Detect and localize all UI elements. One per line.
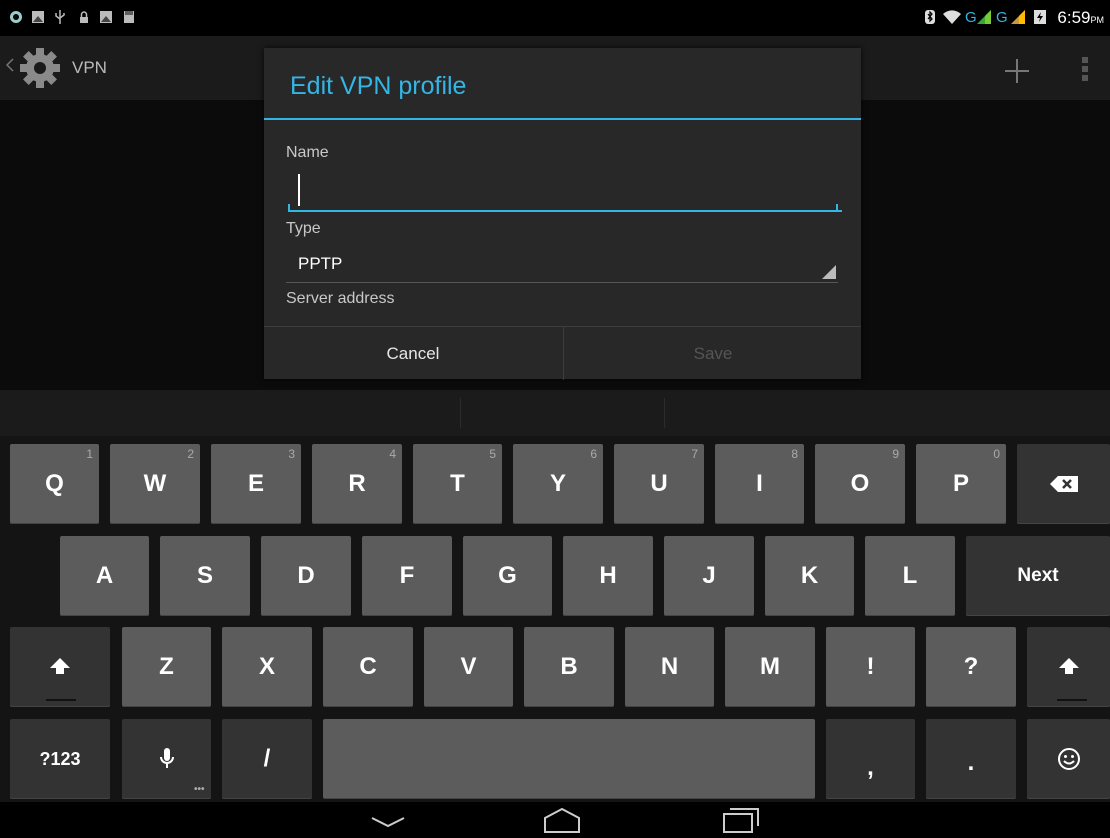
settings-gear-icon[interactable] <box>18 46 62 90</box>
home-icon[interactable] <box>542 806 582 834</box>
soft-keyboard: 1Q 2W 3E 4R 5T 6Y 7U 8I 9O 0P A S D F G … <box>0 436 1110 802</box>
key-x[interactable]: X <box>222 627 312 707</box>
sd-card-icon <box>124 11 134 23</box>
name-field[interactable] <box>288 166 842 212</box>
usb-icon <box>55 10 65 24</box>
space-key[interactable] <box>323 719 815 799</box>
lock-icon <box>80 11 88 23</box>
key-exclamation[interactable]: ! <box>826 627 915 707</box>
key-w[interactable]: 2W <box>110 444 200 524</box>
field-underline-left-tick <box>288 204 290 210</box>
voice-input-key[interactable]: ••• <box>122 719 211 799</box>
shift-key-right[interactable] <box>1027 627 1110 707</box>
battery-icon <box>1034 10 1046 24</box>
save-button[interactable]: Save <box>563 327 862 380</box>
comma-key[interactable]: , <box>826 719 915 799</box>
smiley-icon <box>1057 748 1080 770</box>
key-a[interactable]: A <box>60 536 149 616</box>
key-s[interactable]: S <box>160 536 250 616</box>
key-t[interactable]: 5T <box>413 444 502 524</box>
network-type-2: G <box>996 9 1008 26</box>
key-r[interactable]: 4R <box>312 444 402 524</box>
key-j[interactable]: J <box>664 536 754 616</box>
key-u[interactable]: 7U <box>614 444 704 524</box>
name-label: Name <box>286 144 329 161</box>
action-bar-title: VPN <box>72 58 107 77</box>
key-o[interactable]: 9O <box>815 444 905 524</box>
key-h[interactable]: H <box>563 536 653 616</box>
spinner-arrow-icon <box>822 265 836 279</box>
key-l[interactable]: L <box>865 536 955 616</box>
bluetooth-icon <box>925 10 935 24</box>
add-icon[interactable] <box>1004 58 1030 84</box>
suggestion-strip[interactable] <box>0 390 1110 436</box>
emoji-key[interactable] <box>1027 719 1110 799</box>
image-notification-icon-2 <box>100 11 112 23</box>
cancel-button[interactable]: Cancel <box>264 327 562 380</box>
key-n[interactable]: N <box>625 627 714 707</box>
shift-key-left[interactable] <box>10 627 110 707</box>
wifi-icon <box>943 10 961 24</box>
status-clock: 6:59PM <box>1057 8 1104 27</box>
server-address-label: Server address <box>286 290 395 307</box>
suggestion-divider <box>664 398 665 428</box>
key-e[interactable]: 3E <box>211 444 301 524</box>
recent-apps-icon[interactable] <box>722 806 760 834</box>
dialog-title: Edit VPN profile <box>290 72 467 100</box>
navigation-bar <box>0 802 1110 838</box>
suggestion-divider <box>460 398 461 428</box>
shift-arrow-icon <box>1058 658 1079 674</box>
key-d[interactable]: D <box>261 536 351 616</box>
key-y[interactable]: 6Y <box>513 444 603 524</box>
text-cursor <box>298 174 300 206</box>
slash-key[interactable]: / <box>222 719 312 799</box>
back-caret-icon[interactable] <box>6 58 14 72</box>
overflow-menu-icon[interactable] <box>1082 56 1088 82</box>
shift-arrow-icon <box>50 658 70 674</box>
key-f[interactable]: F <box>362 536 452 616</box>
dialog-button-bar: Cancel Save <box>264 326 861 380</box>
next-key[interactable]: Next <box>966 536 1110 616</box>
period-key[interactable]: . <box>926 719 1016 799</box>
key-m[interactable]: M <box>725 627 815 707</box>
backspace-key[interactable] <box>1017 444 1110 524</box>
key-question[interactable]: ? <box>926 627 1016 707</box>
type-label: Type <box>286 220 321 237</box>
key-z[interactable]: Z <box>122 627 211 707</box>
type-value: PPTP <box>298 254 343 273</box>
edit-vpn-dialog: Edit VPN profile Name Type PPTP Server a… <box>264 48 861 380</box>
hide-keyboard-icon[interactable] <box>370 814 406 830</box>
symbols-key[interactable]: ?123 <box>10 719 110 799</box>
key-v[interactable]: V <box>424 627 513 707</box>
backspace-icon <box>1049 476 1078 492</box>
app-notification-icon <box>10 11 22 23</box>
key-g[interactable]: G <box>463 536 552 616</box>
title-divider <box>264 118 861 120</box>
key-k[interactable]: K <box>765 536 854 616</box>
microphone-icon <box>159 748 174 768</box>
key-c[interactable]: C <box>323 627 413 707</box>
more-options-dots: ••• <box>194 784 205 795</box>
signal-icon-2 <box>1011 10 1025 24</box>
signal-icon-1 <box>977 10 991 24</box>
key-q[interactable]: 1Q <box>10 444 99 524</box>
network-type-1: G <box>965 9 977 26</box>
key-b[interactable]: B <box>524 627 614 707</box>
key-p[interactable]: 0P <box>916 444 1006 524</box>
field-underline-right-tick <box>836 204 838 210</box>
key-i[interactable]: 8I <box>715 444 804 524</box>
type-spinner[interactable]: PPTP <box>286 244 838 283</box>
status-bar: G G 6:59PM <box>0 0 1110 36</box>
image-notification-icon <box>32 11 44 23</box>
